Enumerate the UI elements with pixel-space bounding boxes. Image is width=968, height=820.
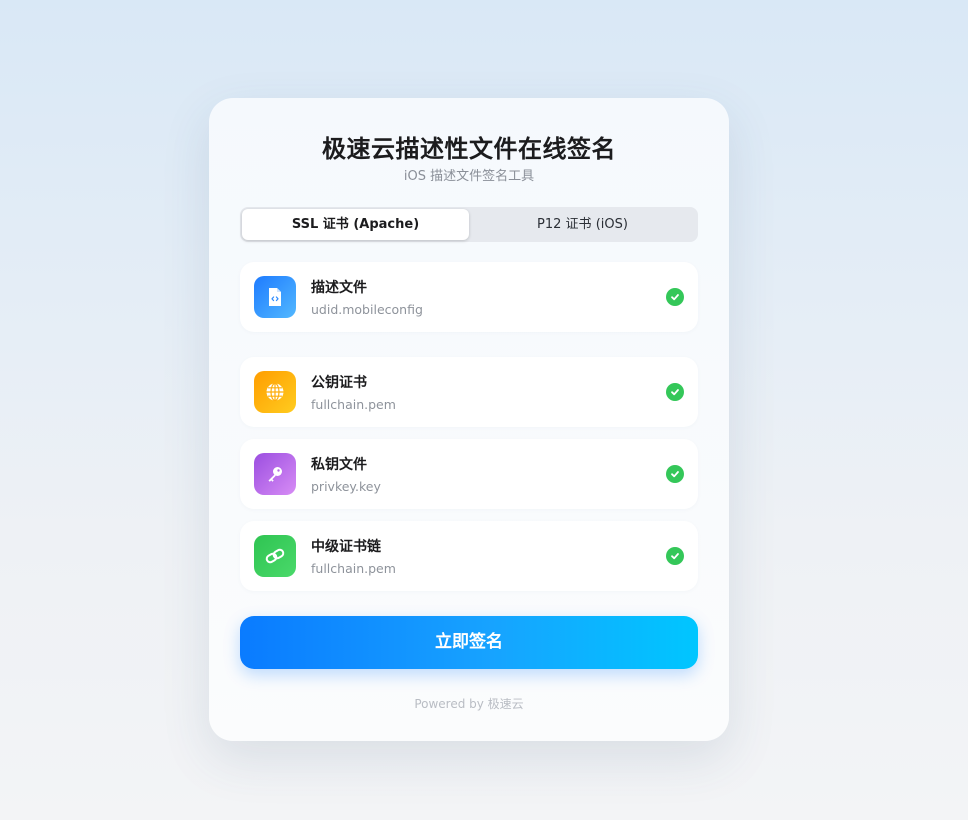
- signing-card: 极速云描述性文件在线签名 iOS 描述文件签名工具 SSL 证书 (Apache…: [209, 98, 729, 741]
- file-title: 描述文件: [311, 280, 367, 296]
- file-filename: udid.mobileconfig: [311, 302, 423, 317]
- file-row-private-key[interactable]: 私钥文件 privkey.key: [240, 439, 698, 509]
- check-icon: [666, 288, 684, 306]
- file-filename: privkey.key: [311, 479, 381, 494]
- file-title: 公钥证书: [311, 375, 367, 391]
- file-title: 私钥文件: [311, 457, 367, 473]
- link-icon: [254, 535, 296, 577]
- document-code-icon: [254, 276, 296, 318]
- file-filename: fullchain.pem: [311, 397, 396, 412]
- sign-now-button[interactable]: 立即签名: [240, 616, 698, 669]
- file-title: 中级证书链: [311, 539, 381, 555]
- check-icon: [666, 465, 684, 483]
- file-row-profile[interactable]: 描述文件 udid.mobileconfig: [240, 262, 698, 332]
- tab-p12-certificate[interactable]: P12 证书 (iOS): [469, 209, 696, 240]
- page-subtitle: iOS 描述文件签名工具: [403, 169, 535, 184]
- certificate-type-tabs: SSL 证书 (Apache) P12 证书 (iOS): [240, 207, 698, 242]
- file-row-public-cert[interactable]: 公钥证书 fullchain.pem: [240, 357, 698, 427]
- check-icon: [666, 547, 684, 565]
- check-icon: [666, 383, 684, 401]
- file-row-intermediate-chain[interactable]: 中级证书链 fullchain.pem: [240, 521, 698, 591]
- page-title: 极速云描述性文件在线签名: [322, 135, 616, 163]
- globe-icon: [254, 371, 296, 413]
- file-filename: fullchain.pem: [311, 561, 396, 576]
- key-icon: [254, 453, 296, 495]
- powered-by-footer: Powered by 极速云: [414, 697, 524, 711]
- tab-ssl-certificate[interactable]: SSL 证书 (Apache): [242, 209, 469, 240]
